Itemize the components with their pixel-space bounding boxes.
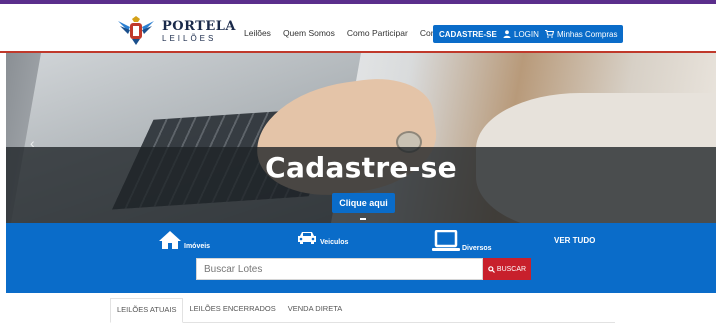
category-imoveis-label: Imóveis	[184, 243, 211, 250]
hero-banner: ‹ Cadastre-se Clique aqui	[6, 53, 716, 223]
hero-cta-label: Clique aqui	[339, 198, 388, 208]
category-imoveis[interactable]: Imóveis	[158, 230, 210, 250]
site-logo[interactable]: PORTELA LEILÕES	[116, 15, 236, 47]
carousel-indicator[interactable]	[360, 218, 366, 220]
category-diversos-label: Diversos	[462, 245, 492, 252]
search-icon	[488, 265, 495, 273]
nav-link-quem-somos[interactable]: Quem Somos	[283, 28, 335, 38]
cart-icon	[545, 30, 554, 38]
cadastre-se-button[interactable]: CADASTRE-SE	[433, 25, 503, 43]
nav-link-leiloes[interactable]: Leilões	[244, 28, 271, 38]
hero-title: Cadastre-se	[265, 151, 457, 184]
auction-tabs: LEILÕES ATUAIS LEILÕES ENCERRADOS VENDA …	[110, 298, 615, 323]
house-icon	[159, 231, 181, 249]
ver-tudo-link[interactable]: VER TUDO	[554, 236, 595, 245]
cadastre-se-label: CADASTRE-SE	[439, 29, 497, 39]
minhas-compras-label: Minhas Compras	[557, 29, 618, 39]
minhas-compras-button[interactable]: Minhas Compras	[539, 25, 624, 43]
logo-subtitle: LEILÕES	[162, 33, 217, 43]
buscar-button[interactable]: BUSCAR	[483, 258, 531, 280]
hero-cta-button[interactable]: Clique aqui	[332, 193, 395, 213]
login-button[interactable]: LOGIN	[497, 25, 545, 43]
logo-name: PORTELA	[162, 18, 236, 34]
category-veiculos[interactable]: Veiculos	[296, 230, 348, 246]
tab-label: LEILÕES ATUAIS	[117, 305, 177, 314]
tab-leiloes-atuais[interactable]: LEILÕES ATUAIS	[110, 298, 184, 323]
laptop-icon	[432, 230, 460, 251]
nav-link-como-participar[interactable]: Como Participar	[347, 28, 408, 38]
eagle-shield-icon	[118, 16, 154, 45]
car-icon	[298, 232, 316, 244]
site-header: PORTELA LEILÕES Leilões Quem Somos Como …	[0, 4, 716, 52]
tab-label: LEILÕES ENCERRADOS	[189, 304, 276, 313]
tab-venda-direta[interactable]: VENDA DIRETA	[282, 298, 348, 323]
user-icon	[503, 30, 511, 38]
login-label: LOGIN	[514, 29, 539, 39]
main-nav: Leilões Quem Somos Como Participar Conta…	[244, 28, 462, 38]
search-placeholder: Buscar Lotes	[204, 263, 263, 275]
buscar-label: BUSCAR	[496, 265, 527, 273]
search-input[interactable]: Buscar Lotes	[196, 258, 483, 280]
tab-leiloes-encerrados[interactable]: LEILÕES ENCERRADOS	[183, 298, 281, 323]
category-diversos[interactable]: Diversos	[432, 230, 492, 252]
tab-label: VENDA DIRETA	[287, 304, 343, 313]
category-veiculos-label: Veiculos	[320, 239, 349, 246]
